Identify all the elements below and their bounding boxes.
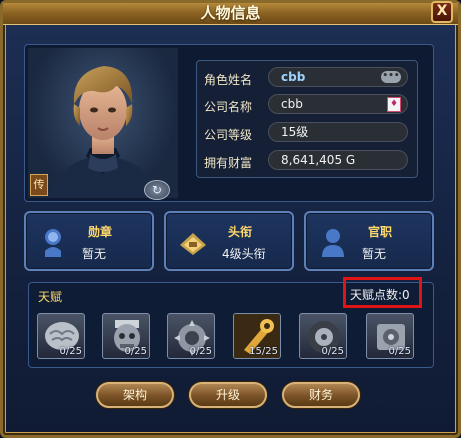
finance-button[interactable]: 财务 [282,382,360,408]
talent-slot[interactable]: 0/25 [102,313,150,359]
info-value: cbb [281,97,303,111]
card-value: 暂无 [362,247,387,261]
talent-points: 天赋点数:0 [350,288,410,302]
character-portrait [28,48,178,198]
talent-label: 天赋 [38,290,63,304]
window-title: 人物信息 [200,4,261,22]
info-row-wealth: 拥有财富 8,641,405 G [204,150,412,172]
info-label: 拥有财富 [204,156,253,170]
talent-slot[interactable]: 15/25 [233,313,281,359]
card-title: 勋章 [88,225,113,239]
company-name-field: cbb ♦ [268,94,408,114]
card-title: 头衔 [228,225,253,239]
close-button[interactable]: X [431,1,453,23]
info-value: cbb [281,70,306,84]
title-card[interactable]: 头衔 4级头衔 [164,211,294,271]
info-value: 8,641,405 G [281,153,356,167]
info-row-role-name: 角色姓名 cbb ••• [204,67,412,89]
slot-count: 0/25 [189,346,212,357]
info-row-company-level: 公司等级 15级 [204,122,412,144]
portrait-image [48,66,160,198]
info-label: 公司名称 [204,100,253,114]
cards-icon[interactable]: ♦ [387,97,401,112]
upgrade-button[interactable]: 升级 [189,382,267,408]
slot-count: 0/25 [388,346,411,357]
medal-icon [45,229,61,257]
talent-slot[interactable]: 0/25 [366,313,414,359]
talent-slot[interactable]: 0/25 [299,313,347,359]
rotate-icon[interactable]: ↻ [144,180,170,200]
card-value: 暂无 [82,247,107,261]
slot-count: 0/25 [59,346,82,357]
card-value: 4级头衔 [222,247,266,261]
info-row-company-name: 公司名称 cbb ♦ [204,94,412,116]
medal-card[interactable]: 勋章 暂无 [24,211,154,271]
book-icon[interactable]: 传 [30,174,48,196]
company-level-field: 15级 [268,122,408,142]
chat-icon[interactable]: ••• [381,71,401,83]
structure-button[interactable]: 架构 [96,382,174,408]
card-title: 官职 [368,225,393,239]
talent-slot[interactable]: 0/25 [167,313,215,359]
official-icon [322,229,344,257]
slot-count: 15/25 [249,346,278,357]
official-card[interactable]: 官职 暂无 [304,211,434,271]
title-icon [180,233,206,255]
info-label: 公司等级 [204,128,253,142]
slot-count: 0/25 [321,346,344,357]
wealth-field: 8,641,405 G [268,150,408,170]
info-label: 角色姓名 [204,73,253,87]
info-value: 15级 [281,125,309,139]
slot-count: 0/25 [124,346,147,357]
role-name-field: cbb ••• [268,67,408,87]
talent-slot[interactable]: 0/25 [37,313,85,359]
